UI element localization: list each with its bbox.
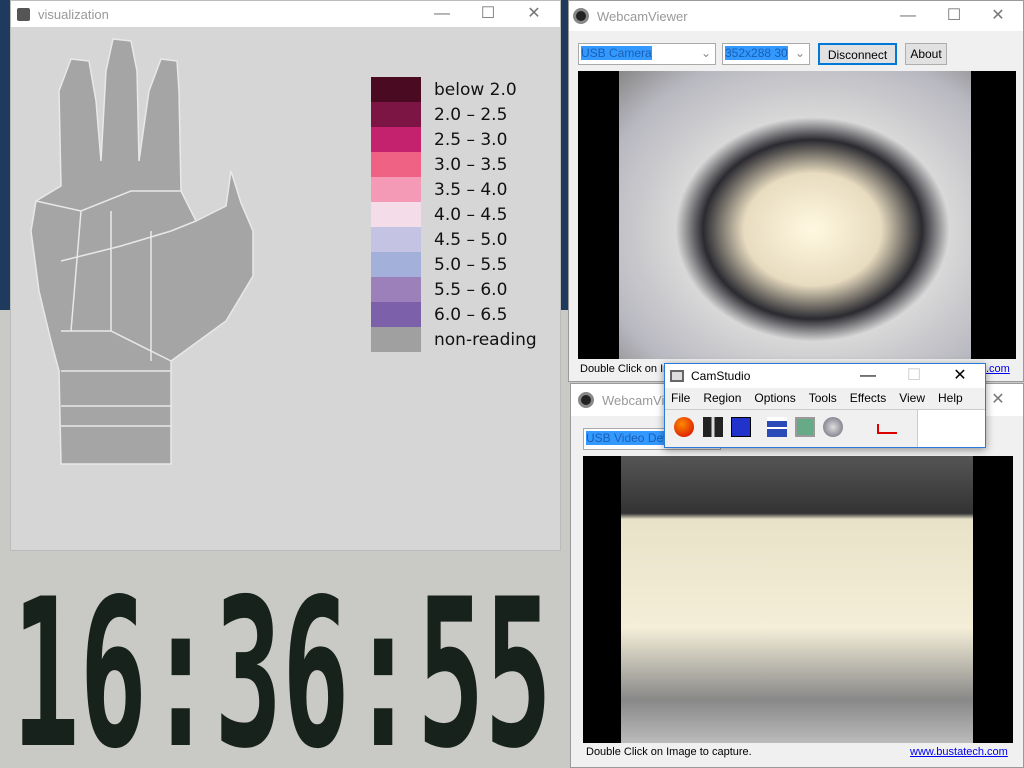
title-bar: CamStudio — ☐ ✕ bbox=[665, 364, 985, 388]
legend-item: 2.0 – 2.5 bbox=[371, 102, 537, 127]
menu-effects[interactable]: Effects bbox=[850, 391, 886, 405]
camstudio-icon bbox=[670, 370, 684, 382]
minimize-button[interactable]: — bbox=[419, 1, 465, 27]
title-bar: WebcamViewer — ☐ ✕ bbox=[569, 1, 1023, 31]
close-button[interactable]: ✕ bbox=[975, 1, 1021, 31]
close-button[interactable]: ✕ bbox=[511, 1, 557, 27]
stop-icon[interactable] bbox=[731, 417, 751, 437]
website-link[interactable]: www.bustatech.com bbox=[910, 746, 1008, 758]
camstudio-window: CamStudio — ☐ ✕ File Region Options Tools Ef… bbox=[664, 363, 986, 448]
minimize-button[interactable]: — bbox=[845, 364, 891, 388]
legend-label: 2.0 – 2.5 bbox=[434, 104, 508, 125]
legend-item: 4.0 – 4.5 bbox=[371, 202, 537, 227]
maximize-button[interactable]: ☐ bbox=[931, 1, 977, 31]
minimize-button[interactable]: — bbox=[885, 1, 931, 31]
legend-swatch bbox=[371, 102, 421, 127]
chevron-down-icon: ⌄ bbox=[794, 46, 805, 60]
camera-image bbox=[621, 456, 973, 743]
maximize-button[interactable]: ☐ bbox=[465, 1, 511, 27]
webcam-icon bbox=[573, 8, 589, 24]
pause-icon[interactable] bbox=[703, 417, 723, 437]
legend-label: 3.5 – 4.0 bbox=[434, 179, 508, 200]
legend-label: 5.5 – 6.0 bbox=[434, 279, 508, 300]
menu-file[interactable]: File bbox=[671, 391, 690, 405]
digital-clock: 16:36:55 bbox=[12, 575, 552, 760]
menu-region[interactable]: Region bbox=[703, 391, 741, 405]
legend-label: 4.5 – 5.0 bbox=[434, 229, 508, 250]
menu-bar: File Region Options Tools Effects View Help bbox=[671, 391, 976, 405]
menu-view[interactable]: View bbox=[899, 391, 925, 405]
legend-item: 2.5 – 3.0 bbox=[371, 127, 537, 152]
hand-shape bbox=[30, 38, 254, 465]
legend-item: 4.5 – 5.0 bbox=[371, 227, 537, 252]
legend-item: non-reading bbox=[371, 327, 537, 352]
annotation-icon[interactable] bbox=[767, 417, 787, 437]
clock-time-text: 16:36:55 bbox=[12, 575, 552, 760]
swf-icon[interactable] bbox=[823, 417, 843, 437]
legend-swatch bbox=[371, 152, 421, 177]
webcam-viewer-window-top: WebcamViewer — ☐ ✕ USB Camera ⌄ 352x288 3… bbox=[568, 0, 1024, 382]
legend: below 2.0 2.0 – 2.5 2.5 – 3.0 3.0 – 3.5 3.5 … bbox=[371, 77, 537, 352]
resolution-value: 352x288 30 bbox=[725, 46, 788, 60]
camera-feed[interactable] bbox=[583, 456, 1013, 743]
visualization-window: visualization — ☐ ✕ below 2.0 2.0 – 2.5 2.… bbox=[10, 0, 561, 551]
legend-item: below 2.0 bbox=[371, 77, 537, 102]
legend-label: 5.0 – 5.5 bbox=[434, 254, 508, 275]
legend-swatch bbox=[371, 177, 421, 202]
menu-help[interactable]: Help bbox=[938, 391, 963, 405]
toolbar-end bbox=[917, 410, 985, 447]
legend-label: 4.0 – 4.5 bbox=[434, 204, 508, 225]
window-title: CamStudio bbox=[691, 369, 751, 383]
chevron-down-icon: ⌄ bbox=[700, 46, 711, 60]
webcam-icon bbox=[578, 392, 594, 408]
legend-label: 3.0 – 3.5 bbox=[434, 154, 508, 175]
legend-swatch bbox=[371, 252, 421, 277]
legend-swatch bbox=[371, 302, 421, 327]
camera-feed[interactable] bbox=[578, 71, 1016, 359]
device-select[interactable]: USB Camera ⌄ bbox=[578, 43, 716, 65]
legend-label: 6.0 – 6.5 bbox=[434, 304, 508, 325]
legend-item: 6.0 – 6.5 bbox=[371, 302, 537, 327]
legend-item: 5.0 – 5.5 bbox=[371, 252, 537, 277]
hand-visualization bbox=[30, 38, 254, 465]
title-bar: visualization — ☐ ✕ bbox=[11, 1, 560, 27]
resolution-select[interactable]: 352x288 30 ⌄ bbox=[722, 43, 810, 65]
menu-options[interactable]: Options bbox=[754, 391, 795, 405]
legend-swatch bbox=[371, 277, 421, 302]
window-title: visualization bbox=[38, 6, 109, 22]
device-value: USB Camera bbox=[581, 46, 652, 60]
disconnect-button[interactable]: Disconnect bbox=[818, 43, 897, 65]
maximize-button[interactable]: ☐ bbox=[891, 364, 937, 388]
app-icon bbox=[17, 7, 30, 21]
about-button[interactable]: About bbox=[905, 43, 947, 65]
autopan-icon[interactable] bbox=[877, 424, 897, 434]
legend-item: 3.0 – 3.5 bbox=[371, 152, 537, 177]
legend-item: 5.5 – 6.0 bbox=[371, 277, 537, 302]
legend-swatch bbox=[371, 77, 421, 102]
record-icon[interactable] bbox=[674, 417, 694, 437]
menu-tools[interactable]: Tools bbox=[809, 391, 837, 405]
legend-swatch bbox=[371, 127, 421, 152]
camera-image bbox=[619, 71, 971, 359]
legend-item: 3.5 – 4.0 bbox=[371, 177, 537, 202]
window-title: WebcamViewer bbox=[597, 8, 688, 24]
legend-swatch bbox=[371, 202, 421, 227]
status-text: Double Click on Image to capture. bbox=[586, 746, 752, 758]
legend-swatch bbox=[371, 327, 421, 352]
legend-label: 2.5 – 3.0 bbox=[434, 129, 508, 150]
close-button[interactable]: ✕ bbox=[937, 364, 983, 388]
video-icon[interactable] bbox=[795, 417, 815, 437]
legend-swatch bbox=[371, 227, 421, 252]
legend-label: below 2.0 bbox=[434, 79, 517, 100]
legend-label: non-reading bbox=[434, 329, 537, 350]
